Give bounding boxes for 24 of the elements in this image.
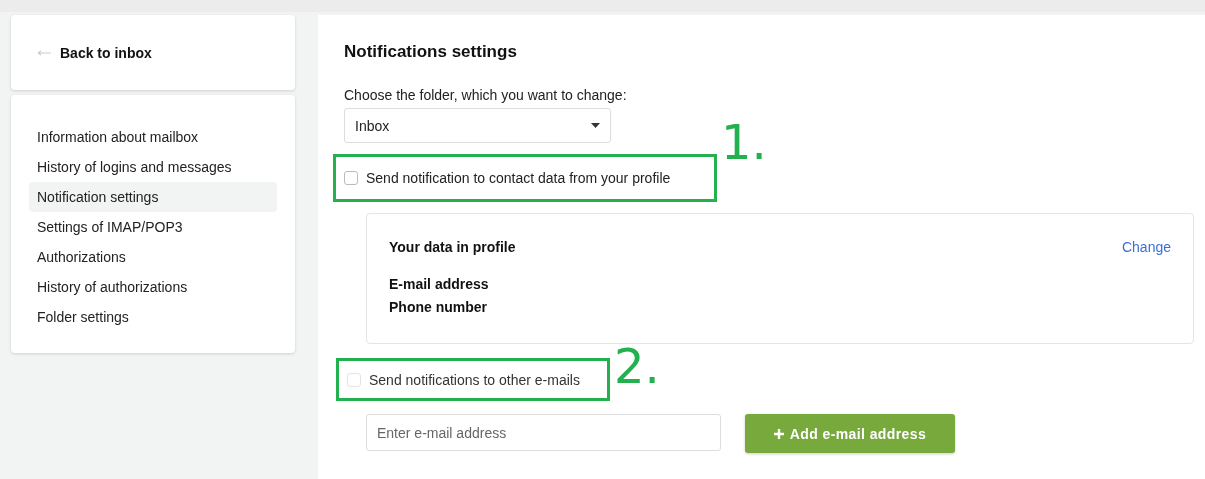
sidebar-item[interactable]: Authorizations: [29, 242, 277, 272]
sidebar-item[interactable]: History of authorizations: [29, 272, 277, 302]
arrow-left-icon: [37, 49, 51, 56]
annotation-number: 2.: [614, 342, 660, 390]
folder-select[interactable]: Inbox: [344, 108, 611, 143]
sidebar-item[interactable]: Notification settings: [29, 182, 277, 212]
profile-title: Your data in profile: [389, 239, 516, 255]
profile-field: E-mail address: [389, 273, 1171, 296]
sidebar-item[interactable]: History of logins and messages: [29, 152, 277, 182]
back-link[interactable]: Back to inbox: [37, 44, 152, 61]
annotation-number: 1.: [721, 118, 767, 166]
folder-label: Choose the folder, which you want to change:: [344, 87, 627, 103]
profile-field: Phone number: [389, 296, 1171, 319]
page-title: Notifications settings: [344, 42, 517, 62]
caret-icon: [591, 123, 600, 128]
change-link[interactable]: Change: [1121, 239, 1171, 255]
email-input[interactable]: Enter e-mail address: [366, 414, 721, 451]
sidebar-item[interactable]: Settings of IMAP/POP3: [29, 212, 277, 242]
sidebar-item[interactable]: Folder settings: [29, 302, 277, 332]
plus-icon: [773, 428, 784, 439]
checkbox-label: Send notifications to other e-mails: [369, 371, 580, 388]
sidebar-item[interactable]: Information about mailbox: [29, 122, 277, 152]
checkbox-label: Send notification to contact data from your profile: [366, 170, 671, 186]
checkbox[interactable]: [344, 171, 358, 185]
